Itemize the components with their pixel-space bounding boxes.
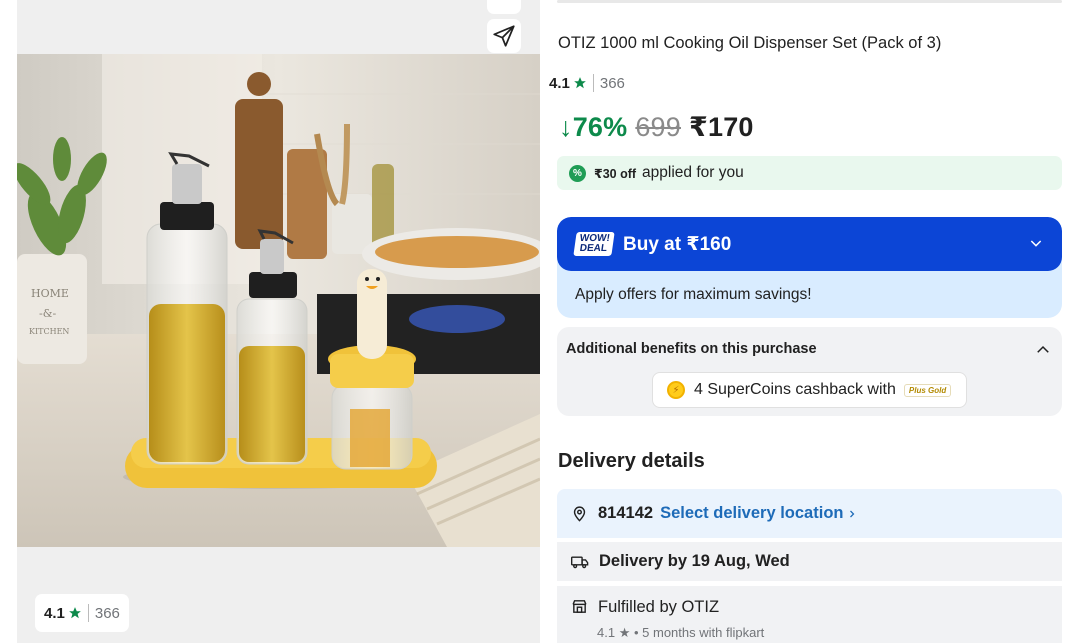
supercoins-pill[interactable]: ⚡ 4 SuperCoins cashback with Plus Gold [652, 372, 967, 408]
deal-subtext: Apply offers for maximum savings! [575, 285, 812, 303]
plus-gold-logo: Plus Gold [903, 383, 952, 397]
additional-benefits-panel: Additional benefits on this purchase ⚡ 4… [557, 327, 1062, 416]
buy-at-deal-button[interactable]: WOW! DEAL Buy at ₹160 [557, 217, 1062, 271]
delivery-date: Delivery by 19 Aug, Wed [599, 552, 790, 570]
pincode: 814142 [598, 504, 654, 522]
product-title: OTIZ 1000 ml Cooking Oil Dispenser Set (… [558, 34, 942, 52]
star-icon [574, 77, 586, 89]
fulfilled-by-row[interactable]: Fulfilled by OTIZ 4.1 ★ • 5 months with … [557, 586, 1062, 643]
svg-text:KITCHEN: KITCHEN [29, 327, 69, 336]
top-icon-button[interactable] [487, 0, 521, 14]
rating-value: 4.1 [549, 74, 570, 92]
supercoin-icon: ⚡ [667, 381, 685, 399]
chevron-down-icon[interactable] [1028, 235, 1044, 251]
product-gallery: HOME -&- KITCHEN 4.1 366 [17, 0, 540, 643]
seller-tenure: 5 months with flipkart [642, 625, 765, 640]
product-details: OTIZ 1000 ml Cooking Oil Dispenser Set (… [549, 0, 1062, 643]
wow-deal-card[interactable]: WOW! DEAL Buy at ₹160 Apply offers for ma… [557, 217, 1062, 318]
mrp-price: 699 [635, 112, 681, 142]
store-icon [572, 600, 587, 613]
divider [87, 604, 89, 622]
gallery-rating-chip[interactable]: 4.1 366 [35, 594, 129, 632]
discount-percent: ↓76% [559, 112, 628, 142]
benefits-heading: Additional benefits on this purchase [566, 341, 817, 357]
wow-deal-badge-icon: WOW! DEAL [573, 232, 615, 256]
delivery-location-row[interactable]: 814142 Select delivery location [557, 489, 1062, 538]
applied-text: applied for you [642, 164, 744, 181]
applied-offer-banner: % ₹30 off applied for you [557, 156, 1062, 190]
chevron-right-icon [850, 510, 855, 517]
location-pin-icon [573, 506, 586, 522]
seller-rating: 4.1 [597, 625, 616, 640]
gallery-rating-count: 366 [94, 604, 120, 622]
select-delivery-location-link[interactable]: Select delivery location [660, 504, 843, 523]
seller-meta: 4.1 ★ • 5 months with flipkart [597, 625, 764, 641]
send-icon [493, 25, 515, 47]
supercoins-text: 4 SuperCoins cashback with [694, 381, 896, 398]
delivery-heading: Delivery details [558, 450, 705, 472]
applied-amount: ₹30 off [594, 166, 637, 181]
svg-text:HOME: HOME [31, 287, 69, 300]
svg-text:-&-: -&- [39, 307, 57, 320]
rating-count: 366 [599, 74, 625, 92]
star-icon [69, 607, 81, 619]
bullet: • [633, 625, 643, 640]
product-photo-illustration: HOME -&- KITCHEN [17, 54, 540, 547]
gallery-rating-value: 4.1 [44, 604, 65, 622]
share-button[interactable] [487, 19, 521, 53]
delivery-date-row: Delivery by 19 Aug, Wed [557, 542, 1062, 581]
rating-summary[interactable]: 4.1 366 [549, 74, 625, 92]
star-icon: ★ [618, 625, 631, 640]
price-row: ↓76% 699 ₹170 [559, 112, 754, 143]
fulfilled-by-text: Fulfilled by OTIZ [598, 598, 720, 616]
percent-badge-icon: % [569, 164, 586, 182]
truck-icon [571, 555, 589, 568]
divider [557, 0, 1062, 3]
chevron-up-icon[interactable] [1034, 341, 1052, 359]
selling-price: ₹170 [689, 112, 754, 142]
divider [592, 74, 594, 92]
deal-label: Buy at ₹160 [623, 233, 732, 255]
product-image[interactable]: HOME -&- KITCHEN [17, 54, 540, 547]
